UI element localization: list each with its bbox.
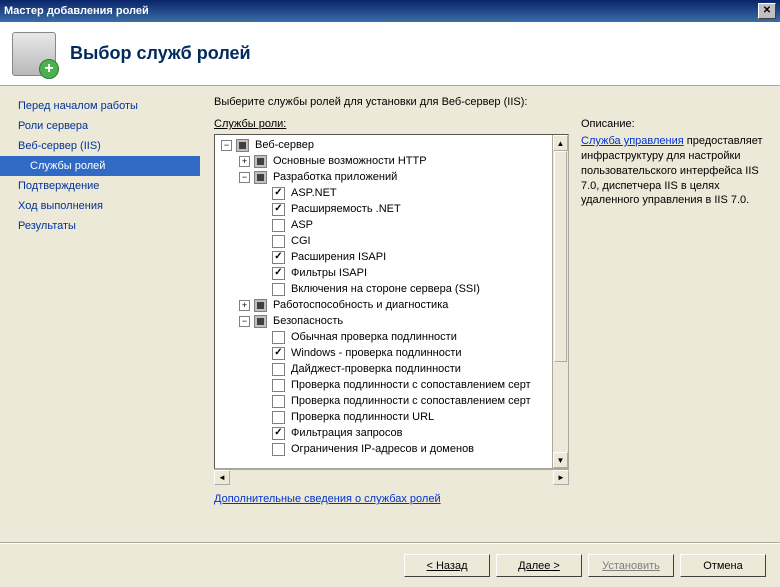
tree-node[interactable]: Включения на стороне сервера (SSI)	[215, 281, 568, 297]
tree-node-label: Проверка подлинности URL	[289, 411, 436, 423]
horizontal-scrollbar[interactable]: ◄ ►	[214, 469, 569, 485]
window-title: Мастер добавления ролей	[4, 5, 149, 17]
checkbox[interactable]	[254, 299, 267, 312]
checkbox[interactable]	[272, 267, 285, 280]
tree-node-label: ASP	[289, 219, 315, 231]
tree-node-label: Расширяемость .NET	[289, 203, 403, 215]
expand-icon[interactable]: +	[239, 156, 250, 167]
sidebar: Перед началом работы Роли сервера Веб-се…	[0, 86, 200, 543]
checkbox[interactable]	[272, 395, 285, 408]
role-services-tree[interactable]: −Веб-сервер+Основные возможности HTTP−Ра…	[214, 134, 569, 469]
checkbox[interactable]	[272, 411, 285, 424]
checkbox[interactable]	[272, 331, 285, 344]
tree-node[interactable]: Ограничения IP-адресов и доменов	[215, 441, 568, 457]
expand-icon[interactable]: +	[239, 300, 250, 311]
install-button: Установить	[588, 554, 674, 577]
more-info-link[interactable]: Дополнительные сведения о службах ролей	[214, 485, 569, 513]
scroll-down-icon[interactable]: ▼	[553, 452, 568, 468]
scroll-right-icon[interactable]: ►	[553, 470, 569, 485]
tree-node-label: Безопасность	[271, 315, 345, 327]
checkbox[interactable]	[272, 187, 285, 200]
tree-node[interactable]: Проверка подлинности URL	[215, 409, 568, 425]
tree-node-label: Веб-сервер	[253, 139, 316, 151]
back-button[interactable]: < Назад	[404, 554, 490, 577]
header: + Выбор служб ролей	[0, 22, 780, 86]
cancel-button[interactable]: Отмена	[680, 554, 766, 577]
tree-node-label: Проверка подлинности с сопоставлением се…	[289, 395, 533, 407]
checkbox[interactable]	[272, 427, 285, 440]
checkbox[interactable]	[254, 315, 267, 328]
tree-node-label: Разработка приложений	[271, 171, 399, 183]
tree-node[interactable]: Проверка подлинности с сопоставлением се…	[215, 377, 568, 393]
tree-node[interactable]: Расширяемость .NET	[215, 201, 568, 217]
collapse-icon[interactable]: −	[239, 172, 250, 183]
description-text: Служба управления предоставляет инфрастр…	[581, 134, 766, 208]
checkbox[interactable]	[272, 251, 285, 264]
tree-node[interactable]: Дайджест-проверка подлинности	[215, 361, 568, 377]
collapse-icon[interactable]: −	[239, 316, 250, 327]
tree-node[interactable]: Проверка подлинности с сопоставлением се…	[215, 393, 568, 409]
tree-node-label: Проверка подлинности с сопоставлением се…	[289, 379, 533, 391]
description-link[interactable]: Служба управления	[581, 135, 684, 147]
sidebar-item-server-roles[interactable]: Роли сервера	[0, 116, 200, 136]
scroll-thumb[interactable]	[554, 151, 567, 362]
tree-node[interactable]: − Веб-сервер	[215, 137, 568, 153]
tree-node-label: Фильтры ISAPI	[289, 267, 369, 279]
tree-node-label: Работоспособность и диагностика	[271, 299, 450, 311]
vertical-scrollbar[interactable]: ▲ ▼	[552, 135, 568, 468]
sidebar-item-role-services[interactable]: Службы ролей	[0, 156, 200, 176]
tree-node[interactable]: + Работоспособность и диагностика	[215, 297, 568, 313]
tree-node-label: Основные возможности HTTP	[271, 155, 429, 167]
tree-node-label: Обычная проверка подлинности	[289, 331, 459, 343]
checkbox[interactable]	[272, 363, 285, 376]
sidebar-item-confirmation[interactable]: Подтверждение	[0, 176, 200, 196]
tree-node-label: Включения на стороне сервера (SSI)	[289, 283, 482, 295]
tree-node[interactable]: − Безопасность	[215, 313, 568, 329]
tree-label: Службы роли:	[214, 118, 569, 130]
footer: < Назад Далее > Установить Отмена	[0, 543, 780, 587]
scroll-left-icon[interactable]: ◄	[214, 470, 230, 485]
intro-text: Выберите службы ролей для установки для …	[214, 96, 766, 108]
tree-node-label: CGI	[289, 235, 313, 247]
tree-node-label: ASP.NET	[289, 187, 339, 199]
tree-node-label: Windows - проверка подлинности	[289, 347, 464, 359]
tree-node-label: Фильтрация запросов	[289, 427, 404, 439]
tree-node-label: Ограничения IP-адресов и доменов	[289, 443, 476, 455]
close-button[interactable]: ✕	[758, 3, 776, 19]
checkbox[interactable]	[236, 139, 249, 152]
tree-node[interactable]: ASP.NET	[215, 185, 568, 201]
sidebar-item-web-server-iis[interactable]: Веб-сервер (IIS)	[0, 136, 200, 156]
tree-node[interactable]: ASP	[215, 217, 568, 233]
description-label: Описание:	[581, 118, 766, 130]
tree-node[interactable]: + Основные возможности HTTP	[215, 153, 568, 169]
plus-icon: +	[39, 59, 59, 79]
tree-node[interactable]: Windows - проверка подлинности	[215, 345, 568, 361]
tree-node[interactable]: CGI	[215, 233, 568, 249]
tree-node-label: Расширения ISAPI	[289, 251, 388, 263]
checkbox[interactable]	[272, 443, 285, 456]
titlebar: Мастер добавления ролей ✕	[0, 0, 780, 22]
scroll-up-icon[interactable]: ▲	[553, 135, 568, 151]
sidebar-item-results[interactable]: Результаты	[0, 216, 200, 236]
checkbox[interactable]	[272, 347, 285, 360]
wizard-icon: +	[12, 32, 56, 76]
collapse-icon[interactable]: −	[221, 140, 232, 151]
page-title: Выбор служб ролей	[70, 43, 251, 64]
sidebar-item-progress[interactable]: Ход выполнения	[0, 196, 200, 216]
checkbox[interactable]	[272, 283, 285, 296]
checkbox[interactable]	[254, 171, 267, 184]
checkbox[interactable]	[272, 219, 285, 232]
sidebar-item-before-begin[interactable]: Перед началом работы	[0, 96, 200, 116]
tree-node[interactable]: − Разработка приложений	[215, 169, 568, 185]
checkbox[interactable]	[254, 155, 267, 168]
checkbox[interactable]	[272, 203, 285, 216]
tree-node[interactable]: Фильтрация запросов	[215, 425, 568, 441]
checkbox[interactable]	[272, 235, 285, 248]
next-button[interactable]: Далее >	[496, 554, 582, 577]
tree-node-label: Дайджест-проверка подлинности	[289, 363, 463, 375]
tree-node[interactable]: Расширения ISAPI	[215, 249, 568, 265]
tree-node[interactable]: Обычная проверка подлинности	[215, 329, 568, 345]
tree-node[interactable]: Фильтры ISAPI	[215, 265, 568, 281]
checkbox[interactable]	[272, 379, 285, 392]
